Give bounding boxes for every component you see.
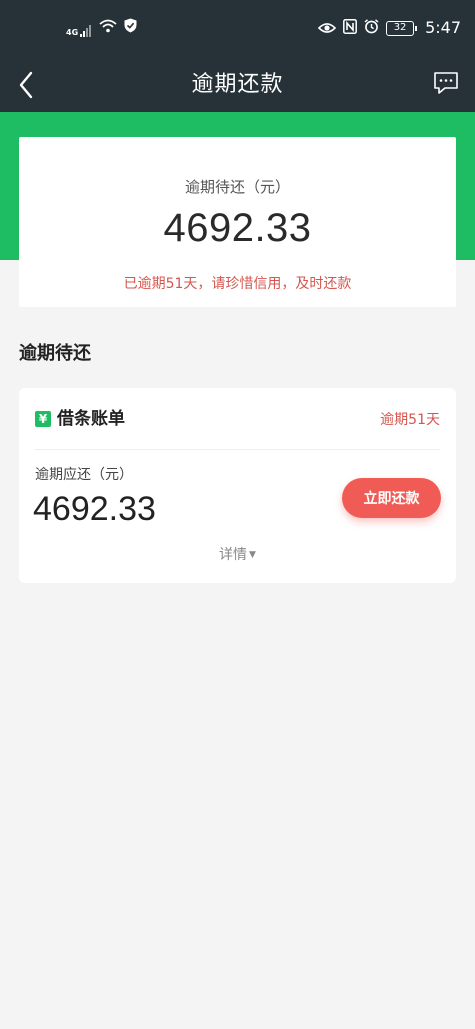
details-toggle[interactable]: 详情 ▼ [19, 546, 456, 564]
nav-bar: 逾期还款 [0, 58, 475, 112]
overdue-total-amount: 4692.33 [163, 206, 312, 250]
details-label: 详情 [219, 547, 248, 563]
nfc-icon [343, 18, 358, 38]
due-amount-label: 逾期应还（元） [35, 467, 133, 483]
status-bar: 4G 32 5:47 [0, 0, 475, 58]
status-left-icons: 4G [66, 18, 137, 37]
overdue-summary-card: 逾期待还（元） 4692.33 已逾期51天，请珍惜信用，及时还款 [19, 137, 456, 307]
chat-bubble-icon [434, 72, 458, 94]
status-right-icons: 32 5:47 [317, 17, 461, 39]
signal-icon: 4G [66, 25, 92, 37]
due-amount-value: 4692.33 [33, 490, 156, 528]
bill-card: ¥ 借条账单 逾期51天 逾期应还（元） 4692.33 立即还款 详情 ▼ [19, 388, 456, 583]
section-title: 逾期待还 [19, 343, 91, 364]
bill-name: 借条账单 [57, 409, 125, 429]
overdue-total-label: 逾期待还（元） [184, 178, 290, 196]
divider [35, 449, 440, 450]
yen-icon: ¥ [35, 411, 51, 427]
bill-header: ¥ 借条账单 逾期51天 [35, 408, 440, 432]
eye-icon [317, 19, 337, 38]
shield-icon [124, 18, 137, 37]
pay-now-button[interactable]: 立即还款 [342, 478, 441, 518]
alarm-icon [364, 18, 379, 38]
status-time: 5:47 [425, 18, 461, 37]
network-type-label: 4G [66, 28, 79, 37]
overdue-days-badge: 逾期51天 [380, 412, 440, 428]
caret-down-icon: ▼ [249, 550, 256, 560]
battery-icon: 32 [386, 20, 418, 36]
overdue-warning-text: 已逾期51天，请珍惜信用，及时还款 [123, 276, 352, 292]
feedback-button[interactable] [431, 68, 461, 98]
wifi-icon [99, 18, 117, 37]
screen: 4G 32 5:47 逾期还款 逾期待还（元） 4692.33 已逾期51天，请… [0, 0, 475, 1029]
page-title: 逾期还款 [191, 72, 284, 97]
